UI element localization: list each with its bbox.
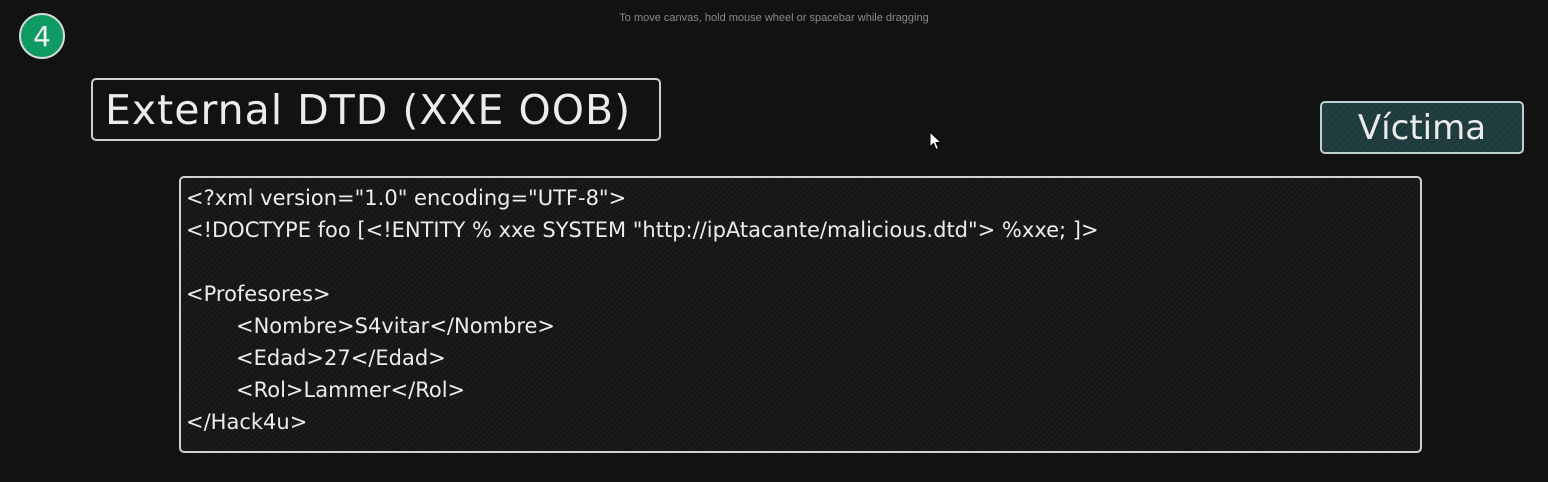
code-line-xml-declaration: <?xml version="1.0" encoding="UTF-8">: [186, 186, 627, 210]
code-line-edad: <Edad>27</Edad>: [236, 346, 446, 370]
whiteboard-canvas[interactable]: To move canvas, hold mouse wheel or spac…: [0, 0, 1548, 482]
canvas-hint: To move canvas, hold mouse wheel or spac…: [619, 12, 929, 24]
code-line-nombre: <Nombre>S4vitar</Nombre>: [236, 314, 556, 338]
code-line-close-tag: </Hack4u>: [186, 410, 308, 434]
title-text: External DTD (XXE OOB): [105, 85, 632, 134]
code-line-doctype: <!DOCTYPE foo [<!ENTITY % xxe SYSTEM "ht…: [186, 218, 1099, 242]
step-number-badge[interactable]: 4: [19, 13, 65, 59]
title-box[interactable]: External DTD (XXE OOB): [91, 78, 661, 141]
mouse-pointer-icon: [929, 131, 943, 151]
victim-box[interactable]: Víctima: [1320, 101, 1524, 154]
code-box[interactable]: <?xml version="1.0" encoding="UTF-8"> <!…: [179, 176, 1422, 453]
code-line-rol: <Rol>Lammer</Rol>: [236, 378, 466, 402]
code-line-profesores-open: <Profesores>: [186, 282, 331, 306]
victim-label: Víctima: [1357, 107, 1487, 148]
